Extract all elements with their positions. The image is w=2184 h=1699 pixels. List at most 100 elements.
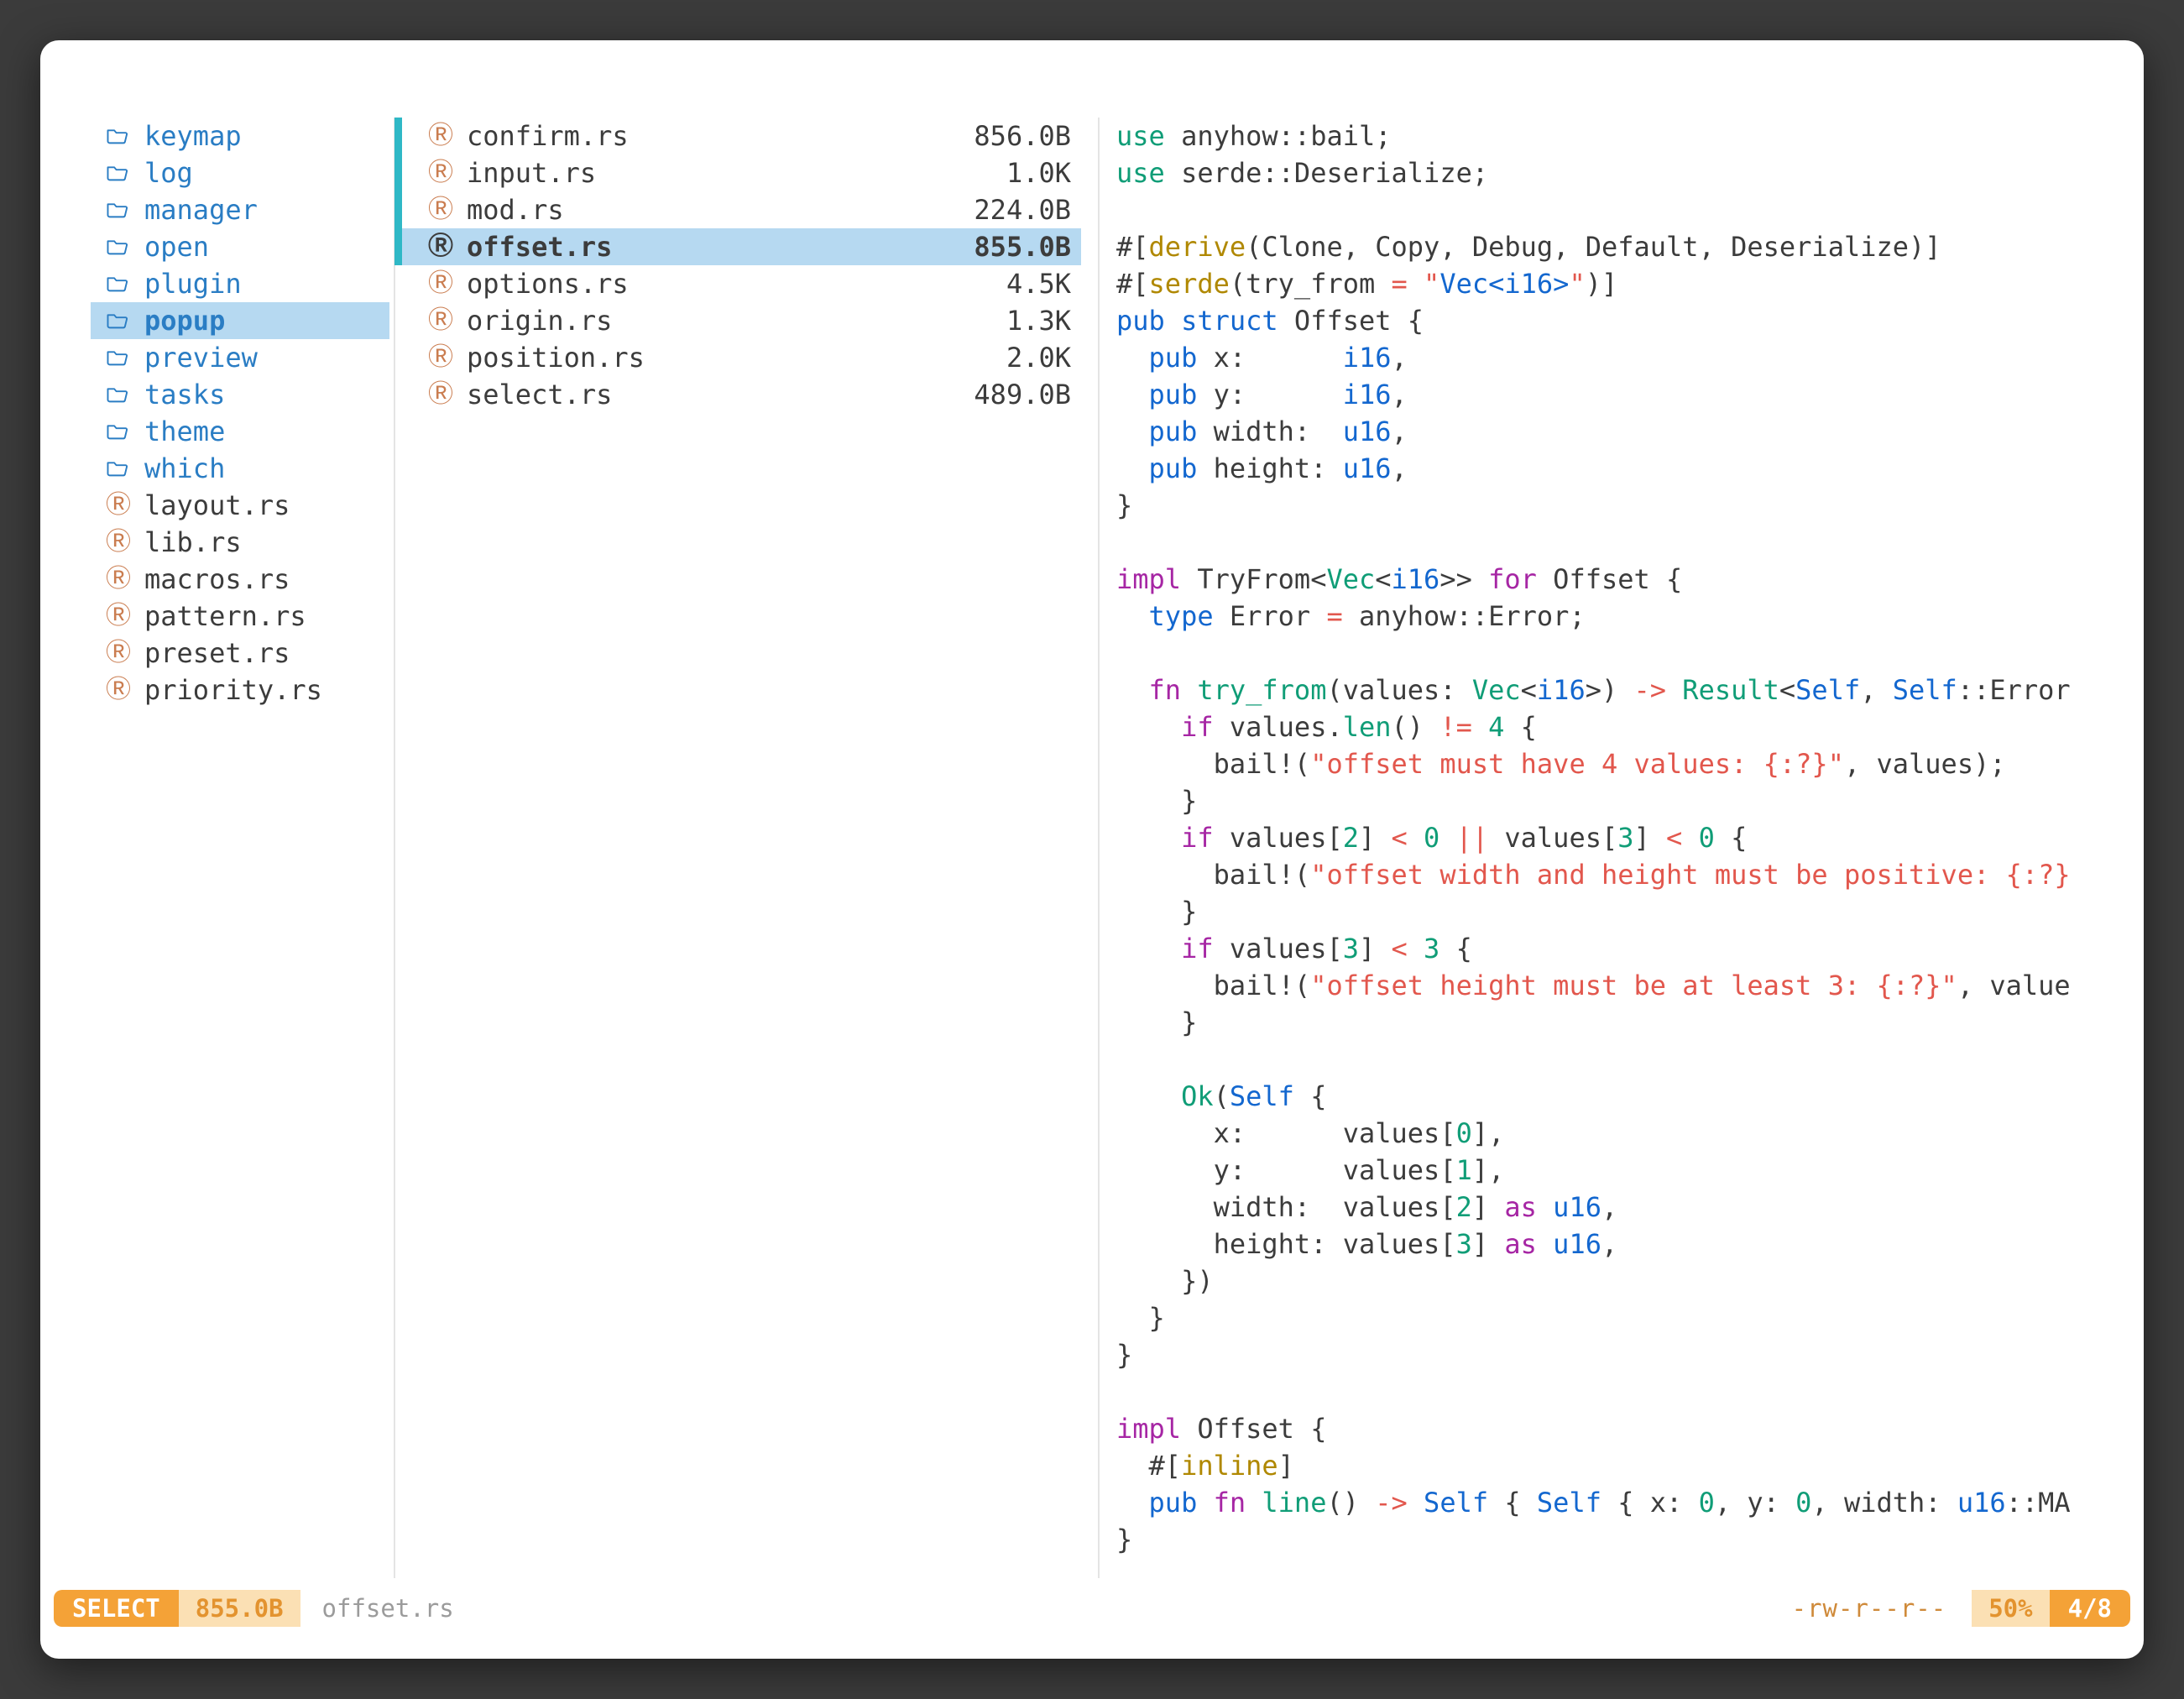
pane-separator-right	[1098, 118, 1100, 1578]
dir-item-tasks[interactable]: tasks	[91, 376, 389, 413]
file-item-macros.rs[interactable]: Ⓡmacros.rs	[91, 561, 389, 598]
preview-pane: use anyhow::bail;use serde::Deserialize;…	[1116, 118, 2129, 1578]
selection-mark	[394, 228, 402, 265]
rust-file-icon: Ⓡ	[428, 382, 467, 407]
file-size: 2.0K	[1006, 342, 1071, 374]
item-label: select.rs	[467, 379, 612, 410]
item-label: lib.rs	[144, 526, 242, 558]
rust-file-icon: Ⓡ	[428, 197, 467, 222]
cursor-position-badge: 4/8	[2050, 1590, 2130, 1627]
item-label: position.rs	[467, 342, 645, 374]
item-label: preset.rs	[144, 637, 290, 669]
file-manager-window: keymap log manager openpluginpopup preview ta…	[40, 40, 2144, 1659]
current-pane: Ⓡconfirm.rs856.0B Ⓡinput.rs 1.0KⓇmod.rs224…	[394, 118, 1081, 413]
dir-item-popup[interactable]: popup	[91, 302, 389, 339]
rust-file-icon: Ⓡ	[106, 677, 144, 703]
code-line: use serde::Deserialize;	[1116, 154, 2129, 191]
item-label: macros.rs	[144, 563, 290, 595]
code-line: }	[1116, 1299, 2129, 1336]
dir-item-keymap[interactable]: keymap	[91, 118, 389, 154]
file-item-preset.rs[interactable]: Ⓡpreset.rs	[91, 635, 389, 672]
code-line: }	[1116, 1521, 2129, 1558]
file-size: 855.0B	[974, 231, 1071, 263]
file-item-confirm.rs[interactable]: Ⓡconfirm.rs856.0B	[394, 118, 1081, 154]
code-line: }	[1116, 1336, 2129, 1373]
folder-icon	[106, 385, 144, 405]
item-label: tasks	[144, 379, 225, 410]
selection-mark	[394, 302, 402, 339]
item-label: which	[144, 452, 225, 484]
code-line	[1116, 191, 2129, 228]
folder-icon	[106, 348, 144, 368]
rust-file-icon: Ⓡ	[428, 308, 467, 333]
rust-file-icon: Ⓡ	[428, 234, 467, 259]
code-line	[1116, 635, 2129, 672]
code-line: x: values[0],	[1116, 1115, 2129, 1152]
folder-icon	[106, 459, 144, 478]
file-item-lib.rs[interactable]: Ⓡlib.rs	[91, 524, 389, 561]
item-label: confirm.rs	[467, 120, 629, 152]
code-line: if values[2] < 0 || values[3] < 0 {	[1116, 819, 2129, 856]
item-label: log	[144, 157, 193, 189]
item-label: preview	[144, 342, 258, 374]
code-line: }	[1116, 782, 2129, 819]
scroll-percent-chip: 50%	[1972, 1590, 2049, 1627]
code-line: pub y: i16,	[1116, 376, 2129, 413]
code-line: bail!("offset width and height must be p…	[1116, 856, 2129, 893]
code-line: width: values[2] as u16,	[1116, 1189, 2129, 1226]
code-line: #[inline]	[1116, 1447, 2129, 1484]
file-item-pattern.rs[interactable]: Ⓡpattern.rs	[91, 598, 389, 635]
status-bar: SELECT 855.0B offset.rs -rw-r--r-- 50% 4…	[54, 1590, 2130, 1627]
file-size-chip: 855.0B	[179, 1590, 300, 1627]
dir-item-plugin[interactable]: plugin	[91, 265, 389, 302]
item-label: open	[144, 231, 209, 263]
file-item-offset.rs[interactable]: Ⓡoffset.rs 855.0B	[394, 228, 1081, 265]
status-filename: offset.rs	[322, 1594, 454, 1623]
code-line: use anyhow::bail;	[1116, 118, 2129, 154]
file-size: 4.5K	[1006, 268, 1071, 300]
mode-badge: SELECT	[54, 1590, 179, 1627]
rust-file-icon: Ⓡ	[428, 345, 467, 370]
file-size: 224.0B	[974, 194, 1071, 226]
item-label: input.rs	[467, 157, 596, 189]
dir-item-log[interactable]: log	[91, 154, 389, 191]
code-line: pub struct Offset {	[1116, 302, 2129, 339]
code-line: bail!("offset must have 4 values: {:?}",…	[1116, 745, 2129, 782]
rust-file-icon: Ⓡ	[106, 640, 144, 666]
dir-item-theme[interactable]: theme	[91, 413, 389, 450]
file-item-options.rs[interactable]: Ⓡoptions.rs4.5K	[394, 265, 1081, 302]
folder-icon	[106, 238, 144, 257]
item-label: manager	[144, 194, 258, 226]
code-line: impl Offset {	[1116, 1410, 2129, 1447]
dir-item-open[interactable]: open	[91, 228, 389, 265]
file-item-input.rs[interactable]: Ⓡinput.rs1.0K	[394, 154, 1081, 191]
item-label: pattern.rs	[144, 600, 306, 632]
file-item-select.rs[interactable]: Ⓡselect.rs489.0B	[394, 376, 1081, 413]
file-item-position.rs[interactable]: Ⓡposition.rs 2.0K	[394, 339, 1081, 376]
file-item-priority.rs[interactable]: Ⓡpriority.rs	[91, 672, 389, 708]
dir-item-manager[interactable]: manager	[91, 191, 389, 228]
selection-mark	[394, 376, 402, 413]
rust-file-icon: Ⓡ	[106, 604, 144, 629]
file-item-layout.rs[interactable]: Ⓡlayout.rs	[91, 487, 389, 524]
selection-mark	[394, 265, 402, 302]
code-line: })	[1116, 1262, 2129, 1299]
parent-pane: keymap log manager openpluginpopup preview ta…	[91, 118, 389, 708]
code-line	[1116, 524, 2129, 561]
file-size: 1.0K	[1006, 157, 1071, 189]
item-label: options.rs	[467, 268, 629, 300]
code-line: pub x: i16,	[1116, 339, 2129, 376]
dir-item-preview[interactable]: preview	[91, 339, 389, 376]
item-label: keymap	[144, 120, 242, 152]
selection-mark	[394, 154, 402, 191]
file-item-origin.rs[interactable]: Ⓡorigin.rs1.3K	[394, 302, 1081, 339]
item-label: offset.rs	[467, 231, 612, 263]
code-line: impl TryFrom<Vec<i16>> for Offset {	[1116, 561, 2129, 598]
file-item-mod.rs[interactable]: Ⓡmod.rs224.0B	[394, 191, 1081, 228]
code-line: if values.len() != 4 {	[1116, 708, 2129, 745]
folder-icon	[106, 164, 144, 183]
rust-file-icon: Ⓡ	[106, 530, 144, 555]
code-line: }	[1116, 487, 2129, 524]
item-label: popup	[144, 305, 225, 337]
dir-item-which[interactable]: which	[91, 450, 389, 487]
